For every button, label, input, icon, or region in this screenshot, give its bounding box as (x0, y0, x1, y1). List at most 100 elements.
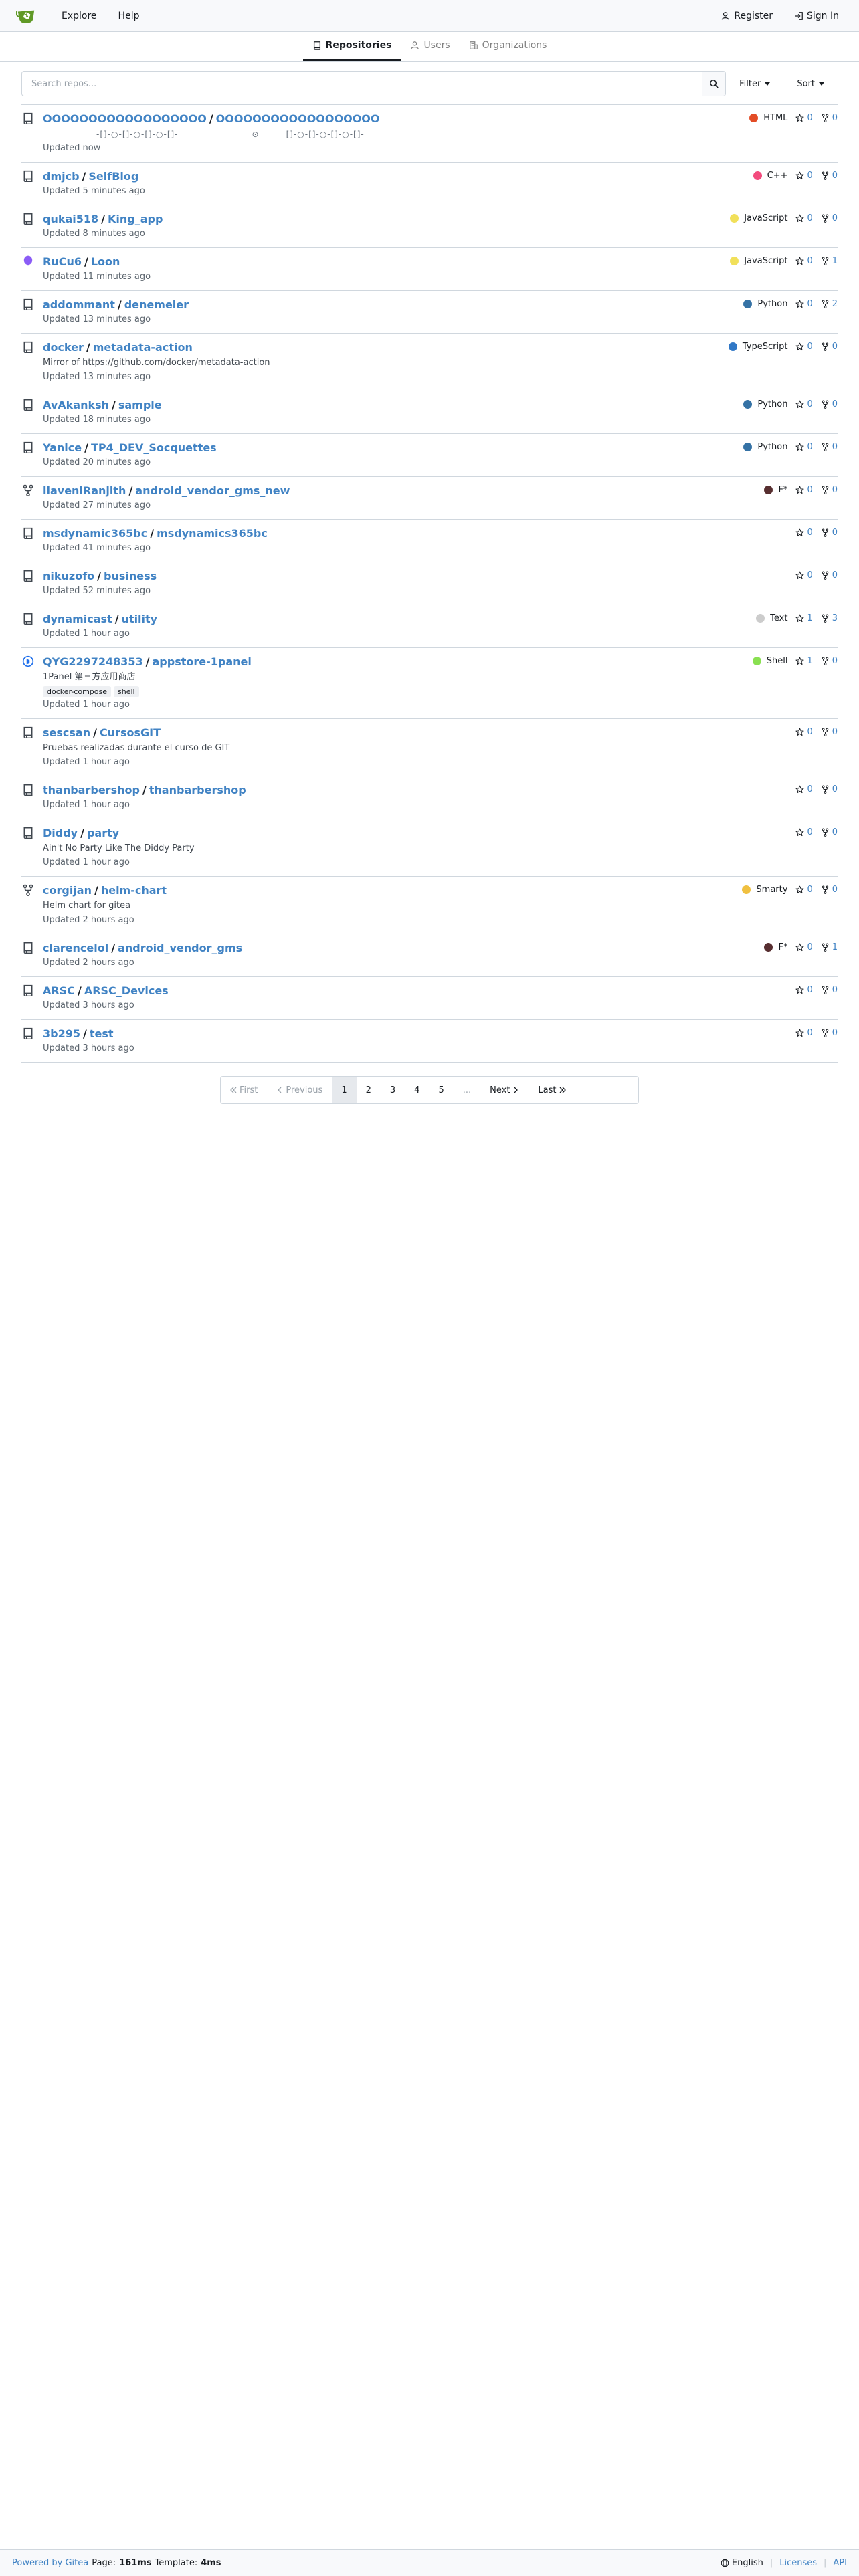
previous-page-button[interactable]: Previous (267, 1077, 332, 1103)
page-4-button[interactable]: 4 (405, 1077, 429, 1103)
repo-owner-link[interactable]: nikuzofo (43, 570, 94, 582)
repo-stars[interactable]: 0 (795, 299, 813, 309)
repo-forks[interactable]: 0 (821, 213, 838, 223)
repo-stars[interactable]: 1 (795, 613, 813, 623)
repo-name-link[interactable]: helm-chart (101, 884, 167, 897)
repo-name-link[interactable]: android_vendor_gms_new (135, 484, 290, 497)
search-input[interactable] (21, 71, 702, 96)
repo-name-link[interactable]: appstore-1panel (153, 655, 252, 668)
repo-owner-link[interactable]: llaveniRanjith (43, 484, 126, 497)
repo-stars[interactable]: 0 (795, 727, 813, 737)
repo-name-link[interactable]: King_app (108, 213, 163, 225)
repo-name-link[interactable]: ARSC_Devices (84, 984, 169, 997)
repo-name-link[interactable]: test (90, 1027, 114, 1040)
page-2-button[interactable]: 2 (357, 1077, 381, 1103)
repo-forks[interactable]: 0 (821, 784, 838, 794)
repo-owner-link[interactable]: QYG2297248353 (43, 655, 143, 668)
repo-owner-link[interactable]: dynamicast (43, 613, 112, 625)
repo-stars[interactable]: 0 (795, 485, 813, 495)
repo-stars[interactable]: 0 (795, 570, 813, 580)
api-link[interactable]: API (833, 2558, 847, 2568)
repo-name-link[interactable]: sample (118, 399, 162, 411)
tab-repositories[interactable]: Repositories (302, 32, 401, 61)
repo-forks[interactable]: 0 (821, 399, 838, 409)
repo-forks[interactable]: 0 (821, 827, 838, 837)
repo-name-link[interactable]: party (87, 827, 119, 839)
tab-organizations[interactable]: Organizations (460, 32, 557, 61)
repo-forks[interactable]: 0 (821, 485, 838, 495)
repo-forks[interactable]: 0 (821, 442, 838, 452)
repo-owner-link[interactable]: sescsan (43, 726, 90, 739)
repo-stars[interactable]: 0 (795, 1028, 813, 1038)
repo-name-link[interactable]: metadata-action (93, 341, 193, 354)
repo-stars[interactable]: 0 (795, 985, 813, 995)
first-page-button[interactable]: First (221, 1077, 267, 1103)
repo-owner-link[interactable]: msdynamic365bc (43, 527, 147, 540)
repo-owner-link[interactable]: RuCu6 (43, 255, 82, 268)
repo-forks[interactable]: 3 (821, 613, 838, 623)
licenses-link[interactable]: Licenses (779, 2558, 817, 2568)
powered-by-link[interactable]: Powered by Gitea (12, 2558, 88, 2568)
repo-owner-link[interactable]: clarencelol (43, 942, 108, 954)
repo-stars[interactable]: 0 (795, 885, 813, 895)
search-button[interactable] (702, 71, 727, 96)
page-1-button[interactable]: 1 (332, 1077, 357, 1103)
repo-stars[interactable]: 0 (795, 528, 813, 538)
repo-forks[interactable]: 1 (821, 942, 838, 952)
repo-stars[interactable]: 1 (795, 656, 813, 666)
page-3-button[interactable]: 3 (381, 1077, 405, 1103)
filter-dropdown[interactable]: Filter (726, 71, 783, 96)
repo-name-link[interactable]: denemeler (124, 298, 189, 311)
repo-name-link[interactable]: CursosGIT (100, 726, 161, 739)
repo-name-link[interactable]: SelfBlog (88, 170, 138, 183)
next-page-button[interactable]: Next (480, 1077, 529, 1103)
last-page-button[interactable]: Last (529, 1077, 575, 1103)
repo-name-link[interactable]: TP4_DEV_Socquettes (91, 441, 217, 454)
repo-stars[interactable]: 0 (795, 399, 813, 409)
repo-owner-link[interactable]: thanbarbershop (43, 784, 140, 796)
repo-owner-link[interactable]: dmjcb (43, 170, 80, 183)
repo-stars[interactable]: 0 (795, 213, 813, 223)
repo-owner-link[interactable]: ARSC (43, 984, 75, 997)
repo-name-link[interactable]: android_vendor_gms (118, 942, 242, 954)
repo-forks[interactable]: 0 (821, 985, 838, 995)
repo-stars[interactable]: 0 (795, 113, 813, 123)
repo-owner-link[interactable]: Yanice (43, 441, 82, 454)
sign-in-link[interactable]: Sign In (783, 0, 850, 32)
page-5-button[interactable]: 5 (429, 1077, 453, 1103)
repo-owner-link[interactable]: Diddy (43, 827, 78, 839)
repo-forks[interactable]: 0 (821, 113, 838, 123)
nav-help[interactable]: Help (108, 0, 151, 32)
repo-forks[interactable]: 0 (821, 656, 838, 666)
repo-stars[interactable]: 0 (795, 827, 813, 837)
repo-owner-link[interactable]: OOOOOOOOOOOOOOOOOO (43, 112, 207, 125)
tab-users[interactable]: Users (401, 32, 459, 61)
repo-name-link[interactable]: OOOOOOOOOOOOOOOOOO (216, 112, 380, 125)
repo-stars[interactable]: 0 (795, 442, 813, 452)
repo-name-link[interactable]: thanbarbershop (149, 784, 246, 796)
repo-forks[interactable]: 2 (821, 299, 838, 309)
repo-name-link[interactable]: business (104, 570, 157, 582)
repo-stars[interactable]: 0 (795, 784, 813, 794)
gitea-logo[interactable] (16, 6, 36, 26)
repo-name-link[interactable]: Loon (91, 255, 120, 268)
repo-stars[interactable]: 0 (795, 256, 813, 266)
repo-forks[interactable]: 0 (821, 342, 838, 352)
repo-owner-link[interactable]: corgijan (43, 884, 92, 897)
repo-forks[interactable]: 0 (821, 885, 838, 895)
register-link[interactable]: Register (710, 0, 783, 32)
topic-label[interactable]: shell (114, 686, 139, 697)
repo-name-link[interactable]: msdynamics365bc (157, 527, 268, 540)
language-selector[interactable]: English (721, 2558, 763, 2568)
sort-dropdown[interactable]: Sort (783, 71, 838, 96)
repo-owner-link[interactable]: qukai518 (43, 213, 98, 225)
repo-forks[interactable]: 0 (821, 1028, 838, 1038)
repo-stars[interactable]: 0 (795, 171, 813, 181)
topic-label[interactable]: docker-compose (43, 686, 111, 697)
repo-stars[interactable]: 0 (795, 342, 813, 352)
repo-forks[interactable]: 0 (821, 570, 838, 580)
repo-stars[interactable]: 0 (795, 942, 813, 952)
repo-owner-link[interactable]: addommant (43, 298, 115, 311)
repo-forks[interactable]: 0 (821, 528, 838, 538)
repo-owner-link[interactable]: AvAkanksh (43, 399, 109, 411)
